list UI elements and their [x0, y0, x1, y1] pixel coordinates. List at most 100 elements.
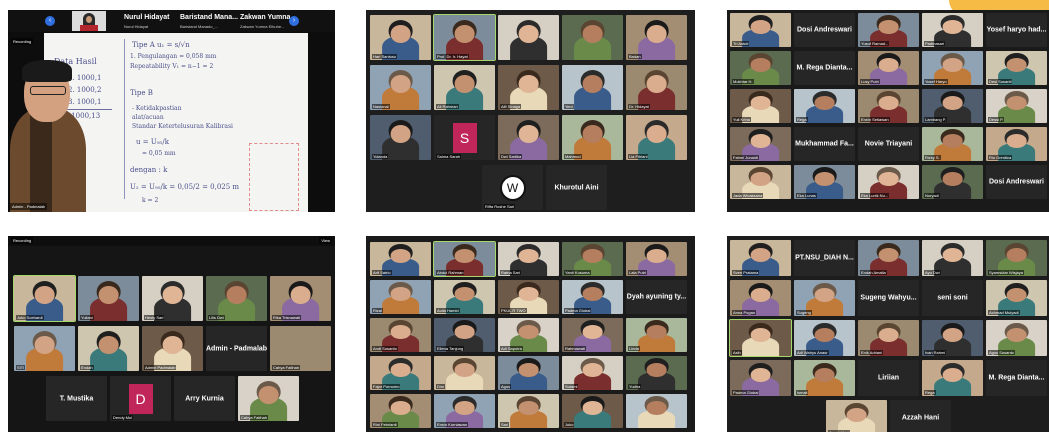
participant-tile[interactable]: Padma Global — [730, 360, 791, 396]
strip-thumb-1[interactable] — [72, 11, 106, 31]
participant-tile[interactable] — [562, 15, 623, 60]
participant-tile-text[interactable]: Khurotul Aini — [546, 165, 607, 210]
participant-tile[interactable]: Rizky S. — [922, 127, 983, 161]
participant-tile[interactable]: Azzah Hani — [826, 400, 887, 432]
participant-tile[interactable]: Rizal — [370, 280, 431, 314]
participant-tile[interactable]: Padmasari — [922, 13, 983, 47]
participant-tile-avatar[interactable]: S Salma Sarah — [434, 115, 495, 160]
participant-tile-text[interactable]: Yosef haryo had... — [986, 13, 1047, 47]
participant-tile[interactable]: Achmad Mulyadi — [986, 280, 1047, 316]
participant-tile[interactable]: Lala Putri — [626, 242, 687, 276]
participant-tile[interactable]: PKUL R TWO — [498, 280, 559, 314]
participant-tile-text[interactable]: Sugeng Wahyu... — [858, 280, 919, 316]
participant-tile[interactable]: Andi Susanto — [370, 318, 431, 352]
participant-tile[interactable]: Sutami — [562, 356, 623, 390]
participant-tile-text[interactable]: M. Rega Dianta... — [794, 51, 855, 85]
participant-tile[interactable]: Ellena Tanjung — [434, 318, 495, 352]
participant-tile-text[interactable]: Novie Triayani — [858, 127, 919, 161]
participant-tile-avatar[interactable]: W Riffa Roshe Sari — [482, 165, 543, 210]
participant-tile[interactable]: SITI — [14, 326, 75, 371]
participant-tile[interactable]: Yudha — [626, 356, 687, 390]
participant-tile[interactable]: Endah — [78, 326, 139, 371]
participant-tile[interactable]: Eka Lunik Nu... — [858, 165, 919, 199]
participant-tile[interactable]: Rini Febrianti — [370, 394, 431, 428]
participant-tile[interactable]: Badan — [626, 15, 687, 60]
participant-tile[interactable]: Rahmawati — [562, 318, 623, 352]
participant-tile-avatar[interactable]: D Dendy Mul — [110, 376, 171, 421]
participant-tile-text[interactable]: Azzah Hani — [890, 400, 951, 432]
participant-tile-text[interactable]: Arry Kurnia — [174, 376, 235, 421]
participant-tile[interactable]: Hesty Sari — [142, 276, 203, 321]
participant-tile[interactable]: Asih — [729, 319, 792, 357]
participant-tile[interactable]: Ratna Sari — [498, 242, 559, 276]
participant-tile[interactable]: Ayu Dwi — [922, 240, 983, 276]
participant-tile[interactable]: Nasional — [370, 65, 431, 110]
participant-tile[interactable]: Yuliani — [78, 276, 139, 321]
participant-tile[interactable]: Sven Pratama — [730, 240, 791, 276]
participant-tile[interactable]: Yolanda — [370, 115, 431, 160]
participant-tile[interactable]: Lilis Dwi — [206, 276, 267, 321]
participant-tile[interactable]: Hari Santoso — [370, 15, 431, 60]
participant-tile[interactable]: Aulia Hamid — [434, 280, 495, 314]
participant-tile[interactable]: Eka Lunas — [794, 165, 855, 199]
participant-tile[interactable]: Abdul Rahman — [433, 241, 496, 277]
participant-tile[interactable] — [498, 15, 559, 60]
participant-tile[interactable]: Rio Grentica — [986, 127, 1047, 161]
participant-tile[interactable]: Desi Susanti — [986, 51, 1047, 85]
participant-tile[interactable]: Joko Soehardi — [13, 275, 76, 322]
participant-tile[interactable]: Agus — [498, 356, 559, 390]
participant-tile[interactable]: Lusy Putri — [858, 51, 919, 85]
participant-tile[interactable]: Mahmud — [562, 115, 623, 160]
participant-tile-text[interactable]: M. Rega Dianta... — [986, 360, 1047, 396]
participant-tile[interactable]: Lambang P. — [922, 89, 983, 123]
participant-tile[interactable]: Syamsidar Wisjaya — [986, 240, 1047, 276]
participant-tile[interactable]: Sari — [498, 394, 559, 428]
participant-tile[interactable]: Erwin Setiawan — [858, 89, 919, 123]
participant-tile[interactable]: Cahya Fatihah — [270, 326, 331, 371]
participant-tile[interactable]: Sugeng — [794, 280, 855, 316]
participant-tile[interactable]: Erwin Kurniawan — [434, 394, 495, 428]
participant-tile[interactable]: Joko — [562, 394, 623, 428]
participant-tile-text[interactable]: Liriian — [858, 360, 919, 396]
participant-tile[interactable]: Lia Fitriani — [626, 115, 687, 160]
participant-tile[interactable]: Ivan Rahmi — [922, 320, 983, 356]
participant-tile-text[interactable]: T. Mustika — [46, 376, 107, 421]
view-button[interactable]: View — [319, 237, 332, 244]
participant-tile[interactable]: Rega — [794, 89, 855, 123]
participant-tile[interactable]: Arif Satrio — [370, 242, 431, 276]
participant-tile[interactable]: Fahmi Junaidi — [730, 127, 791, 161]
participant-tile[interactable]: Dessi P. — [986, 89, 1047, 123]
participant-tile[interactable]: Cahya Fatihah — [238, 376, 299, 421]
participant-tile[interactable]: Padma Global — [562, 280, 623, 314]
prev-page-button[interactable]: ‹ — [45, 16, 55, 26]
participant-tile[interactable]: Dini — [434, 356, 495, 390]
participant-tile[interactable]: Agus Susanto — [986, 320, 1047, 356]
participant-tile[interactable]: Nuryadi — [922, 165, 983, 199]
participant-tile[interactable]: Yusuf Ramad... — [858, 13, 919, 47]
participant-tile[interactable]: Rega — [922, 360, 983, 396]
participant-tile[interactable]: Alfi Sinaga — [498, 65, 559, 110]
participant-tile[interactable] — [626, 394, 687, 428]
participant-tile-text[interactable]: Mukhammad Fa... — [794, 127, 855, 161]
participant-tile-text[interactable]: Dyah ayuning ty... — [626, 280, 687, 314]
next-page-button[interactable]: › — [289, 16, 299, 26]
participant-tile[interactable]: Ali Rahman — [434, 65, 495, 110]
participant-tile-text[interactable]: PT.NSU_DIAH N... — [794, 240, 855, 276]
participant-tile[interactable]: Admin Padmalab — [142, 326, 203, 371]
participant-tile[interactable]: Adi Wahyu Anasr — [794, 320, 855, 356]
participant-tile[interactable]: Yosef Haryo — [922, 51, 983, 85]
participant-tile[interactable]: Jada Wicaksana — [730, 165, 791, 199]
participant-tile[interactable]: Adi Saputra — [498, 318, 559, 352]
participant-tile[interactable]: Yuli Krina — [730, 89, 791, 123]
participant-tile-text[interactable]: Dosi Andreswari — [794, 13, 855, 47]
participant-tile[interactable]: Mokhtar H. — [730, 51, 791, 85]
participant-tile[interactable]: Endah Amalia — [858, 240, 919, 276]
participant-tile[interactable]: Dwi Sartika — [498, 115, 559, 160]
participant-tile-text[interactable]: Admin - Padmalab — [206, 326, 267, 371]
participant-tile[interactable]: Prof. Dr. Ir. Hayat — [433, 14, 496, 61]
participant-tile-text[interactable]: Dosi Andreswari — [986, 165, 1047, 199]
participant-tile[interactable]: Enik Adriani — [858, 320, 919, 356]
participant-tile[interactable]: Tri Astuti — [730, 13, 791, 47]
participant-tile[interactable]: Yanti Kusuma — [562, 242, 623, 276]
participant-tile[interactable]: Linda — [626, 318, 687, 352]
